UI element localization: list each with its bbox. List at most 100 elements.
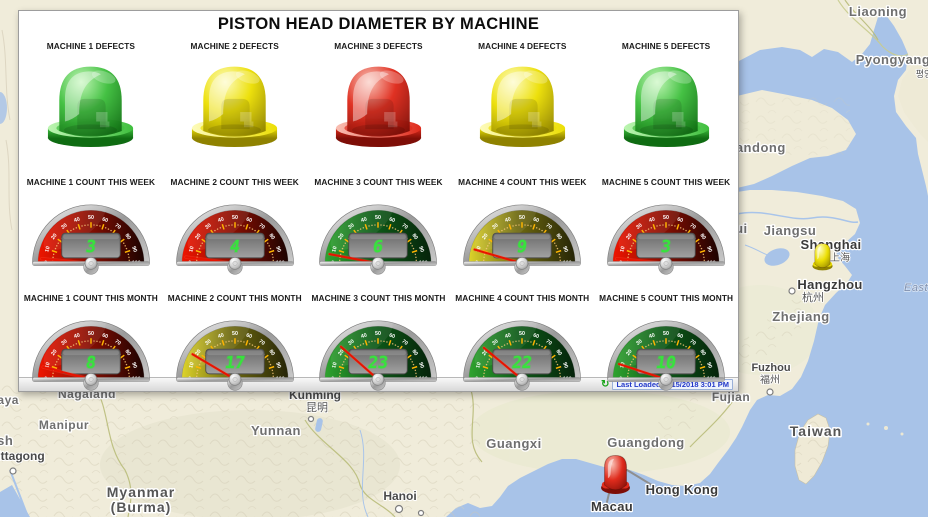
defects-row: MACHINE 1 DEFECTS MACHINE 2 DEFECTS MACHIN… (19, 41, 738, 148)
machine-2-week-gauge: MACHINE 2 COUNT THIS WEEK 010203040506070… (171, 177, 299, 278)
svg-text:50: 50 (663, 331, 669, 337)
map-label: Fuzhou (751, 362, 790, 374)
gauge-green: 01020304050607080901002222 (458, 308, 586, 394)
svg-text:23: 23 (367, 353, 389, 372)
map-label: Manipur (39, 418, 89, 432)
map-led-shanghai[interactable] (812, 244, 832, 271)
map-label: Guangxi (486, 436, 542, 451)
machine-label: MACHINE 5 COUNT THIS WEEK (602, 177, 730, 187)
svg-text:10: 10 (655, 353, 677, 372)
city-dot (10, 468, 16, 474)
machine-4-month-gauge: MACHINE 4 COUNT THIS MONTH 01020304050607… (455, 293, 589, 394)
machine-label: MACHINE 2 COUNT THIS MONTH (168, 293, 302, 303)
map-label: Liaoning (849, 4, 907, 19)
svg-text:22: 22 (511, 353, 533, 372)
map-label: Yunnan (251, 423, 301, 438)
led-indicator-green (619, 61, 714, 148)
led-indicator-red (331, 61, 426, 148)
map-label: Zhejiang (772, 309, 829, 324)
city-dot (309, 417, 314, 422)
machine-3-week-gauge: MACHINE 3 COUNT THIS WEEK 010203040506070… (314, 177, 442, 278)
islet (901, 433, 904, 436)
gauge-green: 010203040506070809010066 (314, 192, 442, 278)
map-label: Meghalaya (0, 393, 19, 407)
map-label: 福州 (760, 373, 780, 386)
machine-label: MACHINE 5 DEFECTS (622, 41, 710, 51)
svg-text:50: 50 (519, 215, 525, 221)
map-label: Hanoi (383, 489, 416, 503)
svg-text:50: 50 (376, 331, 382, 337)
machine-label: MACHINE 3 COUNT THIS MONTH (312, 293, 446, 303)
gauge-red: 010203040506070809010088 (27, 308, 155, 394)
led-indicator-green (43, 61, 138, 148)
svg-text:50: 50 (663, 215, 669, 221)
map-led-macau[interactable] (601, 455, 630, 494)
svg-text:50: 50 (232, 215, 238, 221)
machine-label: MACHINE 1 COUNT THIS WEEK (27, 177, 155, 187)
machine-5-defects-led: MACHINE 5 DEFECTS (619, 41, 714, 148)
map-label: Hangzhou (797, 277, 862, 292)
machine-label: MACHINE 4 DEFECTS (478, 41, 566, 51)
svg-text:50: 50 (88, 331, 94, 337)
svg-text:50: 50 (88, 215, 94, 221)
machine-4-week-gauge: MACHINE 4 COUNT THIS WEEK 010203040506070… (458, 177, 586, 278)
machine-3-defects-led: MACHINE 3 DEFECTS (331, 41, 426, 148)
led-indicator-yellow (187, 61, 282, 148)
machine-label: MACHINE 1 DEFECTS (47, 41, 135, 51)
map-label: 昆明 (306, 401, 328, 414)
machine-4-defects-led: MACHINE 4 DEFECTS (475, 41, 570, 148)
map-label: Shanghai (801, 237, 862, 252)
map-label: 上海 (830, 251, 850, 264)
map-label: Taiwan (790, 423, 842, 439)
machine-label: MACHINE 2 DEFECTS (191, 41, 279, 51)
city-dot (767, 389, 773, 395)
map-label: 평양 (916, 69, 928, 79)
machine-label: MACHINE 4 COUNT THIS MONTH (455, 293, 589, 303)
month-count-row: MACHINE 1 COUNT THIS MONTH01020304050607… (19, 293, 738, 394)
svg-text:50: 50 (376, 215, 382, 221)
gauge-green: 01020304050607080901001010 (602, 308, 730, 394)
machine-1-week-gauge: MACHINE 1 COUNT THIS WEEK 010203040506070… (27, 177, 155, 278)
islet (884, 426, 888, 430)
map-label: Hong Kong (646, 482, 719, 497)
svg-text:50: 50 (519, 331, 525, 337)
machine-label: MACHINE 2 COUNT THIS WEEK (171, 177, 299, 187)
machine-label: MACHINE 3 DEFECTS (334, 41, 422, 51)
map-label: Chittagong (0, 449, 45, 463)
city-dot (789, 288, 795, 294)
svg-text:17: 17 (223, 353, 245, 372)
map-label: Bangladesh (0, 433, 13, 448)
machine-label: MACHINE 5 COUNT THIS MONTH (599, 293, 733, 303)
islet (867, 423, 870, 426)
map-label: Macau (591, 499, 633, 514)
dashboard-panel: PISTON HEAD DIAMETER BY MACHINE MACHINE … (18, 10, 739, 392)
map-label: Guangdong (607, 435, 684, 450)
machine-label: MACHINE 3 COUNT THIS WEEK (314, 177, 442, 187)
gauge-olive: 010203040506070809010099 (458, 192, 586, 278)
gauge-red: 010203040506070809010044 (171, 192, 299, 278)
page-title: PISTON HEAD DIAMETER BY MACHINE (19, 15, 738, 34)
map-label: 杭州 (802, 290, 824, 304)
led-indicator-yellow (475, 61, 570, 148)
machine-3-month-gauge: MACHINE 3 COUNT THIS MONTH 01020304050607… (312, 293, 446, 394)
machine-label: MACHINE 4 COUNT THIS WEEK (458, 177, 586, 187)
gauge-red: 010203040506070809010033 (27, 192, 155, 278)
map-label: Myanmar (107, 484, 175, 500)
week-count-row: MACHINE 1 COUNT THIS WEEK 010203040506070… (19, 177, 738, 278)
machine-2-defects-led: MACHINE 2 DEFECTS (187, 41, 282, 148)
map-label: East (904, 282, 928, 294)
gauge-olive: 01020304050607080901001717 (171, 308, 299, 394)
machine-5-month-gauge: MACHINE 5 COUNT THIS MONTH 01020304050607… (599, 293, 733, 394)
map-label: Pyongyang (856, 52, 928, 67)
machine-5-week-gauge: MACHINE 5 COUNT THIS WEEK 010203040506070… (602, 177, 730, 278)
machine-1-month-gauge: MACHINE 1 COUNT THIS MONTH01020304050607… (24, 293, 158, 394)
map-label: (Burma) (111, 499, 172, 515)
gauge-red: 010203040506070809010033 (602, 192, 730, 278)
machine-2-month-gauge: MACHINE 2 COUNT THIS MONTH 01020304050607… (168, 293, 302, 394)
gauge-green: 01020304050607080901002323 (314, 308, 442, 394)
machine-1-defects-led: MACHINE 1 DEFECTS (43, 41, 138, 148)
city-dot (396, 506, 403, 513)
svg-text:50: 50 (232, 331, 238, 337)
city-dot (419, 511, 424, 516)
map-label: Jiangsu (764, 223, 817, 238)
